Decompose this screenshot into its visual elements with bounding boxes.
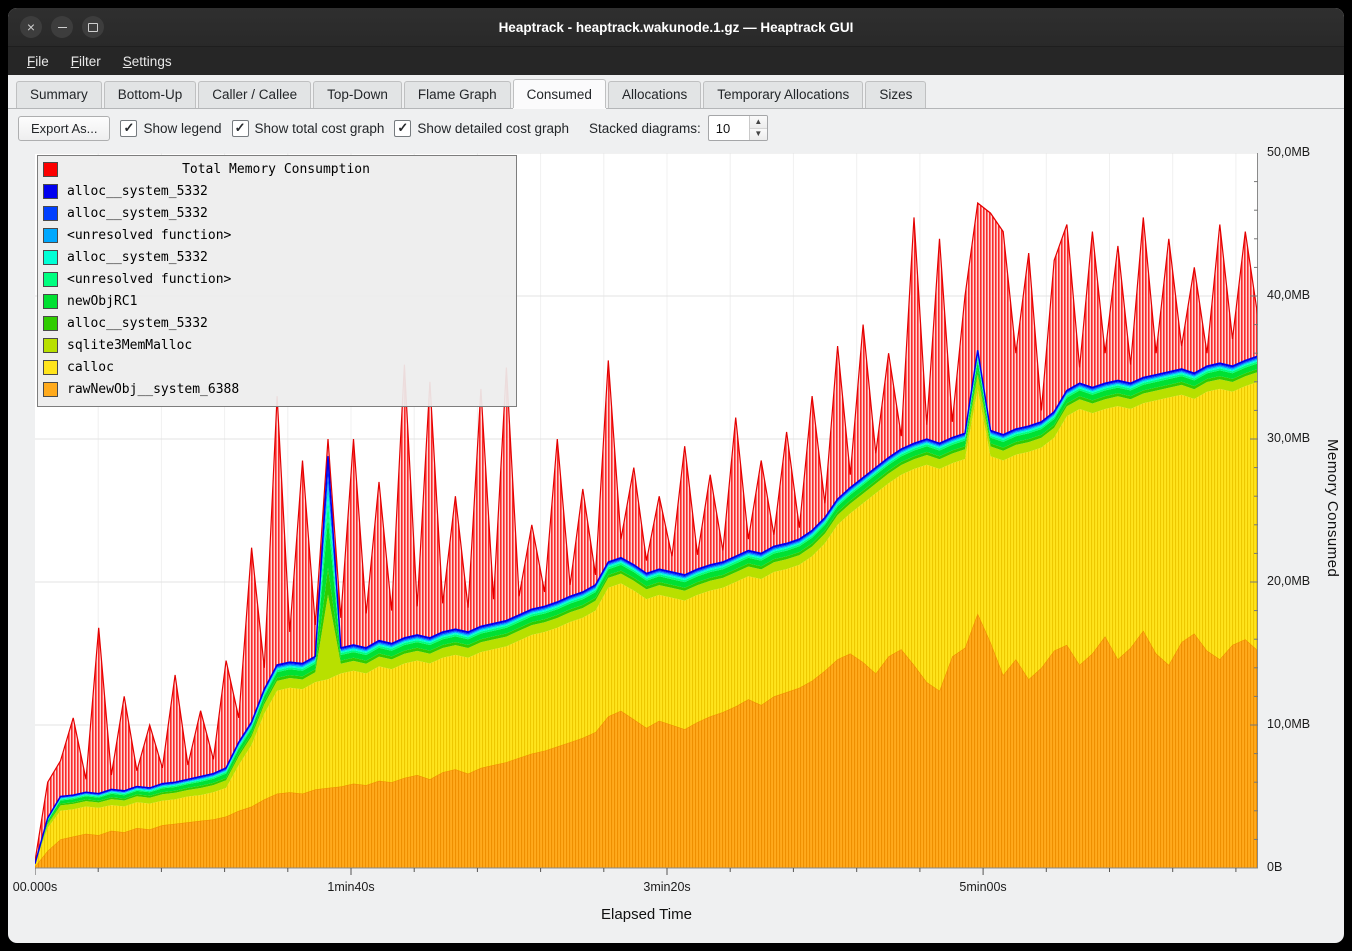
tab-consumed[interactable]: Consumed	[513, 79, 606, 108]
tab-allocations[interactable]: Allocations	[608, 81, 701, 108]
legend-swatch	[43, 228, 58, 243]
legend-row: calloc	[43, 356, 509, 378]
y-tick-label: 30,0MB	[1267, 431, 1310, 445]
legend-swatch	[43, 360, 58, 375]
checkbox-check-icon: ✓	[232, 120, 249, 137]
checkbox-check-icon: ✓	[394, 120, 411, 137]
legend-label: sqlite3MemMalloc	[67, 338, 192, 353]
x-axis-title: Elapsed Time	[35, 906, 1258, 923]
toolbar: Export As... ✓ Show legend ✓ Show total cos…	[8, 109, 1344, 147]
tab-top-down[interactable]: Top-Down	[313, 81, 402, 108]
x-tick-label: 00.000s	[13, 880, 57, 894]
legend-title-row: Total Memory Consumption	[43, 158, 509, 180]
legend-label: <unresolved function>	[67, 272, 231, 287]
window-controls: ×	[20, 16, 104, 38]
legend-label: newObjRC1	[67, 294, 137, 309]
tab-sizes[interactable]: Sizes	[865, 81, 926, 108]
legend-row: <unresolved function>	[43, 268, 509, 290]
checkbox-show-legend[interactable]: ✓ Show legend	[120, 120, 221, 137]
legend-swatch	[43, 206, 58, 221]
maximize-button[interactable]	[82, 16, 104, 38]
x-tick-label: 5min00s	[959, 880, 1006, 894]
toolbar-checkboxes: ✓ Show legend ✓ Show total cost graph ✓ Show …	[120, 120, 579, 137]
stacked-diagrams-label: Stacked diagrams:	[589, 121, 701, 136]
chart-area: Total Memory Consumption alloc__system_53…	[8, 147, 1344, 943]
legend-label: alloc__system_5332	[67, 206, 208, 221]
legend-row: newObjRC1	[43, 290, 509, 312]
legend-swatch	[43, 316, 58, 331]
checkbox-show-total-cost-graph[interactable]: ✓ Show total cost graph	[232, 120, 385, 137]
close-icon: ×	[27, 20, 35, 34]
tab-bottom-up[interactable]: Bottom-Up	[104, 81, 197, 108]
legend-label: Total Memory Consumption	[43, 162, 509, 177]
spin-down-button[interactable]: ▼	[750, 128, 767, 141]
legend-row: alloc__system_5332	[43, 312, 509, 334]
checkbox-check-icon: ✓	[120, 120, 137, 137]
y-tick-label: 40,0MB	[1267, 288, 1310, 302]
legend-swatch	[43, 250, 58, 265]
tab-caller-callee[interactable]: Caller / Callee	[198, 81, 311, 108]
legend-label: calloc	[67, 360, 114, 375]
spin-buttons: ▲ ▼	[749, 116, 767, 140]
plot-area[interactable]: Total Memory Consumption alloc__system_53…	[35, 153, 1258, 876]
legend-swatch	[43, 272, 58, 287]
export-as-button[interactable]: Export As...	[18, 116, 110, 141]
legend-row: alloc__system_5332	[43, 246, 509, 268]
x-tick-label: 1min40s	[327, 880, 374, 894]
spin-up-button[interactable]: ▲	[750, 116, 767, 128]
y-tick-label: 0B	[1267, 860, 1282, 874]
legend-swatch	[43, 338, 58, 353]
legend-row: <unresolved function>	[43, 224, 509, 246]
chart-legend: Total Memory Consumption alloc__system_53…	[37, 155, 517, 407]
close-button[interactable]: ×	[20, 16, 42, 38]
legend-label: <unresolved function>	[67, 228, 231, 243]
checkbox-show-detailed-cost-graph[interactable]: ✓ Show detailed cost graph	[394, 120, 569, 137]
minimize-icon	[58, 27, 67, 28]
legend-row: alloc__system_5332	[43, 202, 509, 224]
checkbox-label: Show detailed cost graph	[417, 121, 569, 136]
y-tick-label: 20,0MB	[1267, 574, 1310, 588]
legend-row: rawNewObj__system_6388	[43, 378, 509, 400]
minimize-button[interactable]	[51, 16, 73, 38]
app-window: × Heaptrack - heaptrack.wakunode.1.gz — …	[8, 8, 1344, 943]
stacked-diagrams-control: Stacked diagrams: 10 ▲ ▼	[589, 115, 768, 141]
y-tick-label: 10,0MB	[1267, 717, 1310, 731]
y-axis-title: Memory Consumed	[1324, 439, 1341, 577]
legend-row: sqlite3MemMalloc	[43, 334, 509, 356]
tab-summary[interactable]: Summary	[16, 81, 102, 108]
legend-row: alloc__system_5332	[43, 180, 509, 202]
legend-swatch	[43, 184, 58, 199]
y-tick-label: 50,0MB	[1267, 145, 1310, 159]
x-tick-label: 3min20s	[643, 880, 690, 894]
checkbox-label: Show legend	[143, 121, 221, 136]
stacked-diagrams-value[interactable]: 10	[709, 116, 749, 140]
legend-label: alloc__system_5332	[67, 184, 208, 199]
maximize-icon	[88, 23, 98, 32]
menu-settings[interactable]: Settings	[112, 50, 183, 73]
legend-swatch	[43, 382, 58, 397]
checkbox-label: Show total cost graph	[255, 121, 385, 136]
menu-filter[interactable]: Filter	[60, 50, 112, 73]
menu-file[interactable]: File	[16, 50, 60, 73]
menu-bar: FileFilterSettings	[8, 46, 1344, 75]
tab-temporary-allocations[interactable]: Temporary Allocations	[703, 81, 863, 108]
legend-label: alloc__system_5332	[67, 250, 208, 265]
stacked-diagrams-spinbox[interactable]: 10 ▲ ▼	[708, 115, 768, 141]
legend-swatch	[43, 294, 58, 309]
legend-label: alloc__system_5332	[67, 316, 208, 331]
tab-flame-graph[interactable]: Flame Graph	[404, 81, 511, 108]
legend-label: rawNewObj__system_6388	[67, 382, 239, 397]
titlebar: × Heaptrack - heaptrack.wakunode.1.gz — …	[8, 8, 1344, 46]
tab-bar: SummaryBottom-UpCaller / CalleeTop-DownF…	[8, 75, 1344, 109]
window-title: Heaptrack - heaptrack.wakunode.1.gz — He…	[8, 20, 1344, 35]
